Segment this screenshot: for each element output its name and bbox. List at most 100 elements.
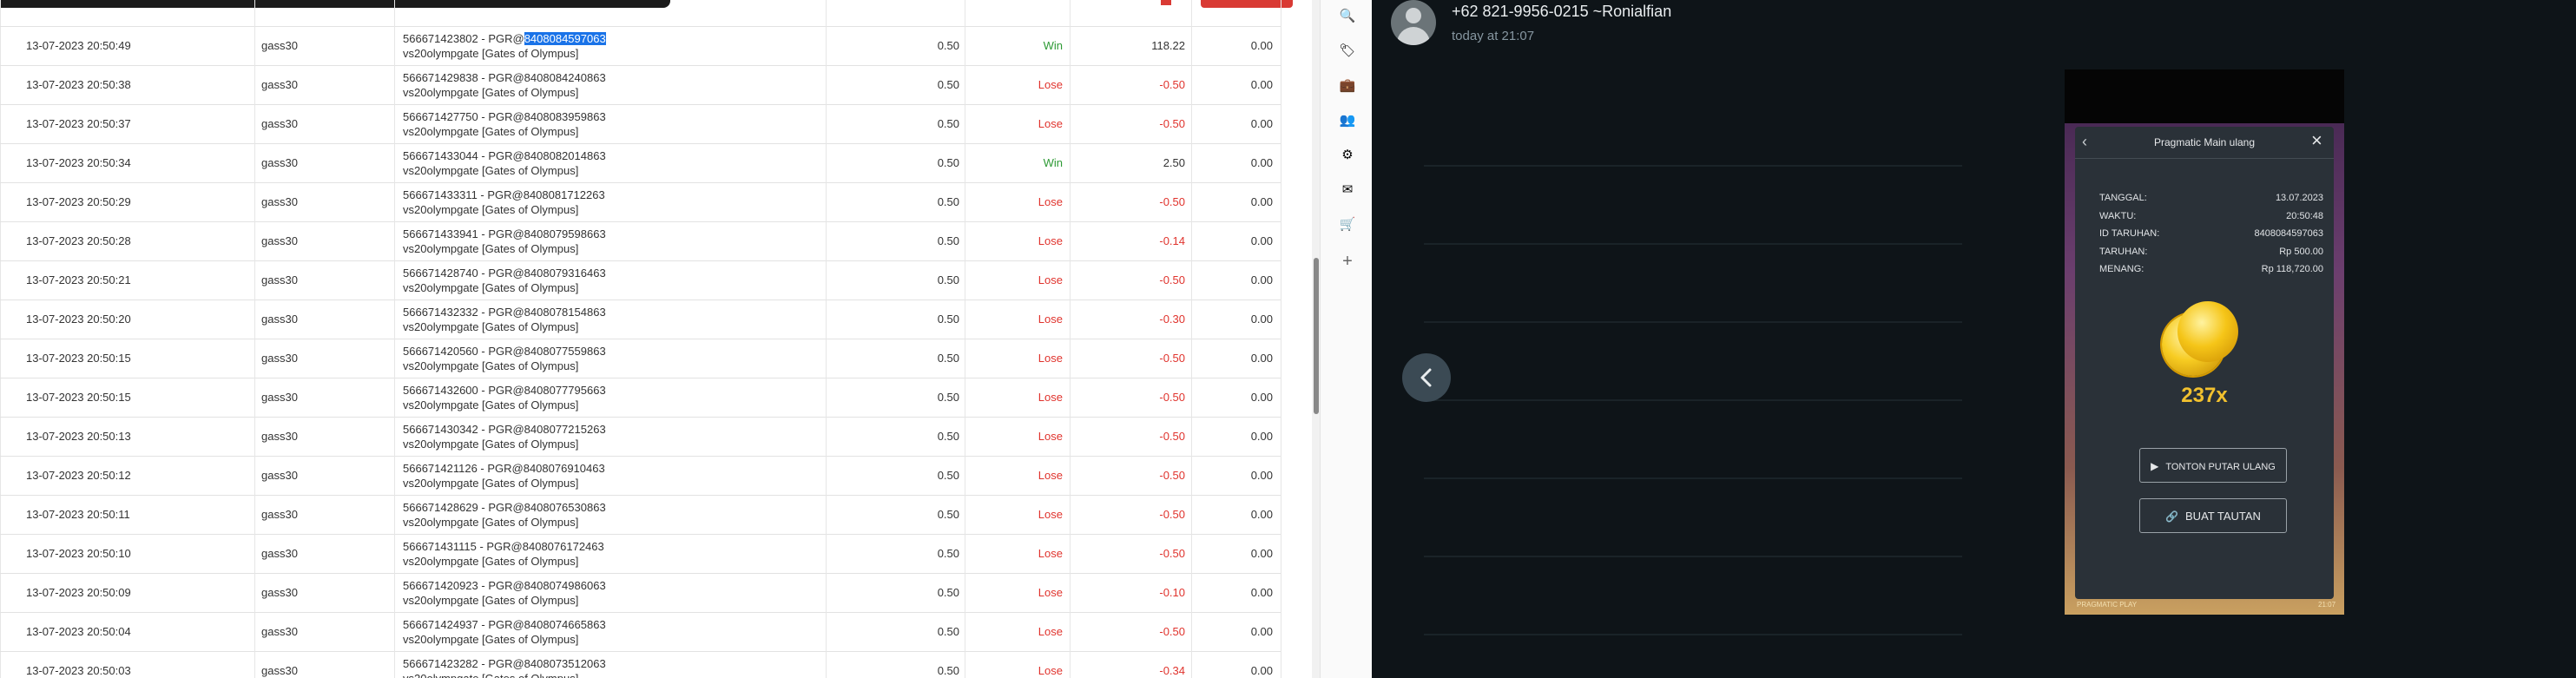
background-line [1424, 165, 1962, 167]
cell-bet: 0.50 [826, 143, 965, 182]
cell-amount: -0.50 [1070, 104, 1191, 143]
game-name: vs20olympgate [Gates of Olympus] [403, 477, 579, 490]
cell-amount: -0.50 [1070, 378, 1191, 417]
cell-amount: -0.10 [1070, 573, 1191, 612]
table-row: 13-07-2023 20:50:15 gass30 566671432600 - … [0, 378, 1281, 418]
round-id-prefix: 566671431115 - PGR@8408076172463 [403, 540, 604, 553]
cell-bet: 0.50 [826, 182, 965, 221]
footer-time: 21:07 [2318, 601, 2336, 609]
cell-amount: -0.14 [1070, 221, 1191, 260]
table-row: 13-07-2023 20:50:15 gass30 566671420560 - … [0, 339, 1281, 378]
cell-date: 13-07-2023 20:50:38 [26, 78, 131, 91]
cart-icon[interactable]: 🛒 [1338, 215, 1357, 234]
cell-result: Lose [965, 534, 1070, 573]
round-id: 566671427750 - PGR@8408083959863 [403, 109, 826, 124]
scrollbar-thumb[interactable] [1314, 258, 1319, 414]
detail-value: Rp 500.00 [2279, 246, 2323, 257]
background-line [1424, 477, 1962, 479]
round-id: 566671431115 - PGR@8408076172463 [403, 539, 826, 554]
cell-result: Lose [965, 65, 1070, 104]
table-row: 13-07-2023 20:50:09 gass30 566671420923 - … [0, 573, 1281, 613]
coin-icon [2177, 301, 2238, 362]
cell-date: 13-07-2023 20:50:15 [26, 352, 131, 365]
game-name: vs20olympgate [Gates of Olympus] [403, 242, 579, 255]
cell-bet: 0.50 [826, 378, 965, 417]
game-name: vs20olympgate [Gates of Olympus] [403, 281, 579, 294]
detail-value: Rp 118,720.00 [2261, 264, 2323, 274]
avatar[interactable] [1391, 0, 1436, 45]
cell-balance: 0.00 [1191, 65, 1281, 104]
detail-value: 13.07.2023 [2275, 193, 2323, 203]
cell-description: 566671428740 - PGR@8408079316463 vs20olym… [394, 260, 826, 300]
round-id-prefix: 566671421126 - PGR@8408076910463 [403, 462, 605, 475]
detail-key: TARUHAN: [2099, 246, 2148, 257]
search-icon[interactable]: 🔍 [1338, 7, 1357, 26]
cell-bet: 0.50 [826, 612, 965, 651]
round-id: 566671432332 - PGR@8408078154863 [403, 305, 826, 319]
detail-row: ID TARUHAN: 8408084597063 [2099, 228, 2323, 246]
selected-text[interactable]: 8408084597063 [524, 32, 606, 45]
table-row: 13-07-2023 20:50:38 gass30 566671429838 - … [0, 65, 1281, 105]
game-name: vs20olympgate [Gates of Olympus] [403, 125, 579, 138]
empty-cell [394, 0, 826, 26]
game-name: vs20olympgate [Gates of Olympus] [403, 438, 579, 451]
cell-result: Lose [965, 651, 1070, 678]
cell-bet: 0.50 [826, 26, 965, 65]
cell-result: Lose [965, 182, 1070, 221]
table-row: 13-07-2023 20:50:03 gass30 566671423282 - … [0, 651, 1281, 678]
add-icon[interactable]: + [1338, 252, 1357, 271]
cell-result: Lose [965, 612, 1070, 651]
cell-bet: 0.50 [826, 339, 965, 378]
briefcase-icon[interactable]: 💼 [1338, 76, 1357, 95]
empty-cell [965, 0, 1070, 26]
cell-description: 566671428629 - PGR@8408076530863 vs20olym… [394, 495, 826, 534]
cell-description: 566671423802 - PGR@8408084597063 vs20olym… [394, 26, 826, 65]
table-row: 13-07-2023 20:50:11 gass30 566671428629 - … [0, 495, 1281, 535]
cell-date: 13-07-2023 20:50:04 [26, 625, 131, 638]
replay-button[interactable]: ▶ TONTON PUTAR ULANG [2139, 448, 2287, 483]
empty-cell [1070, 0, 1191, 26]
cell-username: gass30 [254, 260, 399, 300]
cell-description: 566671429838 - PGR@8408084240863 vs20olym… [394, 65, 826, 104]
background-line [1424, 556, 1962, 557]
table-row: 13-07-2023 20:50:21 gass30 566671428740 - … [0, 260, 1281, 300]
round-id-prefix: 566671430342 - PGR@8408077215263 [403, 423, 606, 436]
sent-time: today at 21:07 [1452, 29, 1535, 43]
cell-username: gass30 [254, 143, 399, 182]
tag-icon[interactable]: 🏷 [1338, 42, 1357, 61]
detail-value: 8408084597063 [2254, 228, 2323, 239]
previous-media-button[interactable] [1402, 353, 1451, 402]
outlook-icon[interactable]: ✉ [1338, 181, 1357, 200]
replay-dialog: ‹ Pragmatic Main ulang × TANGGAL: 13.07.2… [2075, 127, 2334, 599]
cell-bet: 0.50 [826, 534, 965, 573]
cell-username: gass30 [254, 495, 399, 534]
table-row: 13-07-2023 20:50:20 gass30 566671432332 - … [0, 300, 1281, 339]
cell-amount: -0.50 [1070, 339, 1191, 378]
game-name: vs20olympgate [Gates of Olympus] [403, 359, 579, 372]
cell-date: 13-07-2023 20:50:11 [26, 508, 130, 521]
close-icon[interactable]: × [2311, 129, 2322, 152]
cell-balance: 0.00 [1191, 104, 1281, 143]
cell-result: Win [965, 26, 1070, 65]
browser-sidebar: 🔍 🏷 💼 👥 ⚙ ✉ 🛒 + [1320, 0, 1373, 678]
round-id-prefix: 566671428629 - PGR@8408076530863 [403, 501, 606, 514]
cell-username: gass30 [254, 378, 399, 417]
cell-username: gass30 [254, 456, 399, 495]
create-link-button[interactable]: 🔗 BUAT TAUTAN [2139, 498, 2287, 533]
game-name: vs20olympgate [Gates of Olympus] [403, 671, 826, 678]
app-icon[interactable]: ⚙ [1338, 146, 1357, 165]
people-icon[interactable]: 👥 [1338, 111, 1357, 130]
cell-balance: 0.00 [1191, 143, 1281, 182]
table-row: 13-07-2023 20:50:10 gass30 566671431115 - … [0, 534, 1281, 574]
cell-date: 13-07-2023 20:50:15 [26, 391, 131, 404]
cell-balance: 0.00 [1191, 651, 1281, 678]
game-name: vs20olympgate [Gates of Olympus] [403, 47, 579, 60]
cell-balance: 0.00 [1191, 495, 1281, 534]
round-id: 566671432600 - PGR@8408077795663 [403, 383, 826, 398]
cell-description: 566671433311 - PGR@8408081712263 vs20olym… [394, 182, 826, 221]
table-row: 13-07-2023 20:50:13 gass30 566671430342 - … [0, 417, 1281, 457]
detail-row: MENANG: Rp 118,720.00 [2099, 264, 2323, 281]
round-id-prefix: 566671428740 - PGR@8408079316463 [403, 267, 606, 280]
link-icon: 🔗 [2165, 510, 2179, 523]
cell-result: Win [965, 143, 1070, 182]
